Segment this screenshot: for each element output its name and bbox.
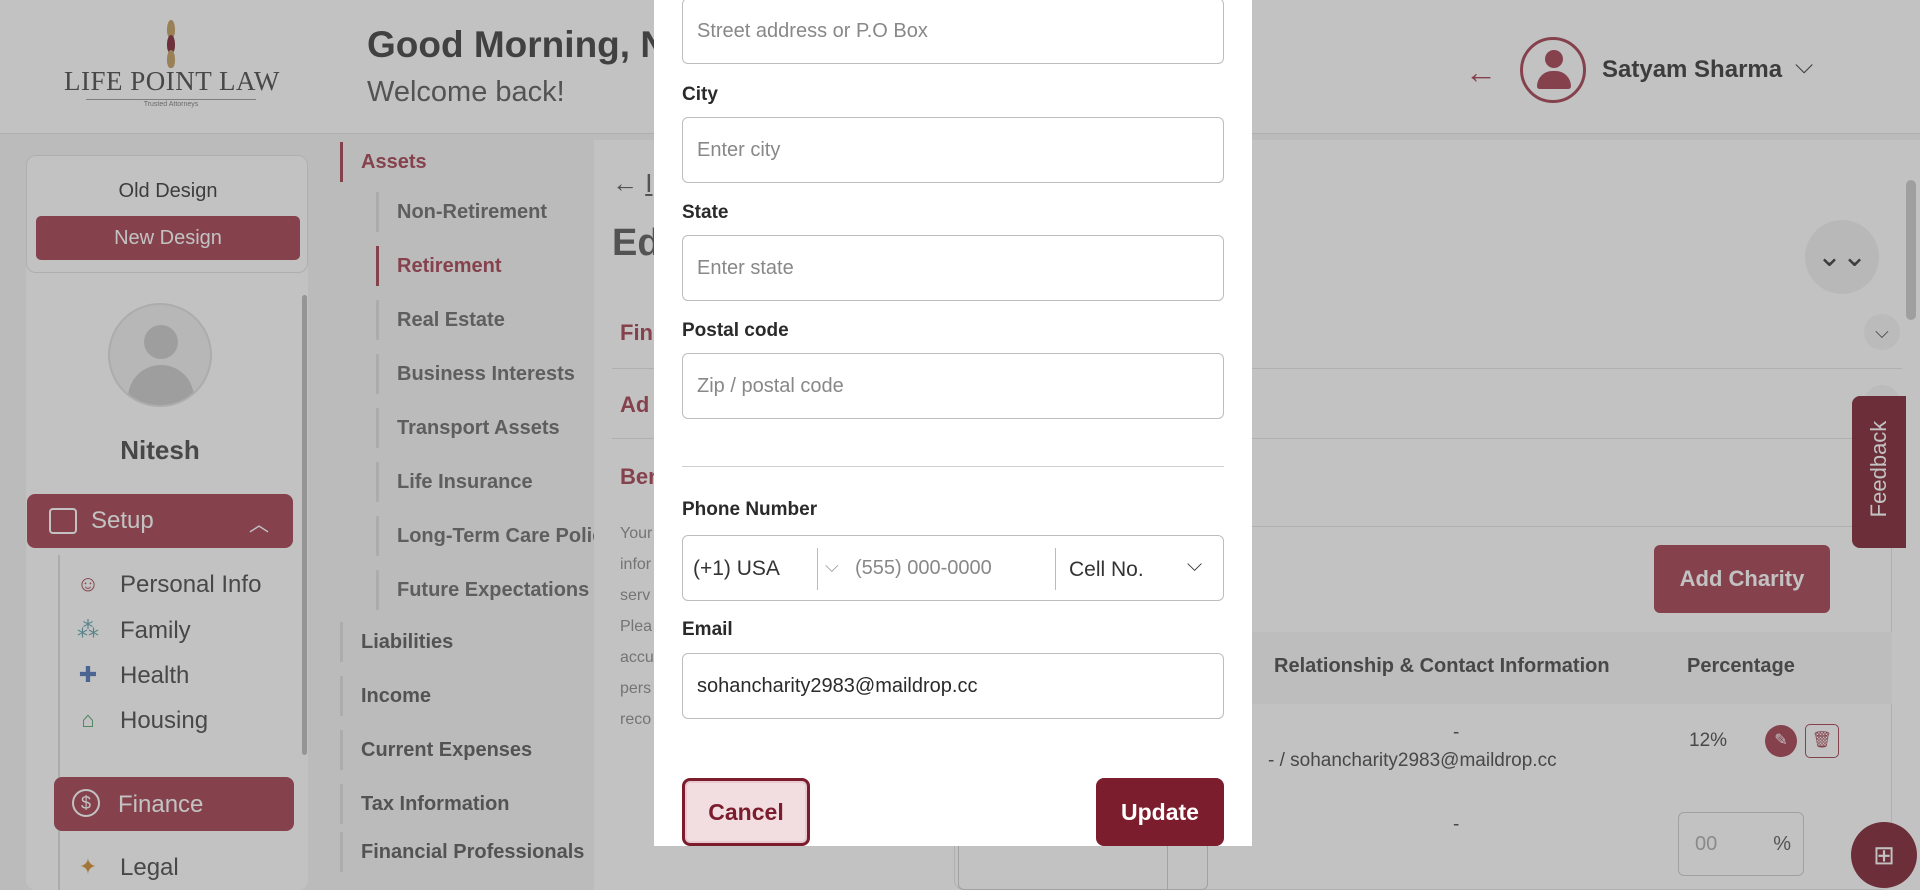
state-field[interactable] xyxy=(682,235,1224,301)
phone-type-select[interactable]: Cell No. xyxy=(1069,558,1144,582)
edit-charity-modal: City State Postal code Phone Number (+1)… xyxy=(654,0,1252,846)
street-address-field[interactable] xyxy=(682,0,1224,64)
chevron-down-icon[interactable]: ⌵ xyxy=(825,556,839,577)
postal-code-label: Postal code xyxy=(682,320,789,341)
state-label: State xyxy=(682,202,729,223)
city-field[interactable] xyxy=(682,117,1224,183)
email-field[interactable] xyxy=(682,653,1224,719)
phone-number-field[interactable] xyxy=(855,536,1045,600)
divider xyxy=(1055,548,1056,590)
phone-number-label: Phone Number xyxy=(682,499,818,520)
country-code-select[interactable]: (+1) USA xyxy=(693,557,780,581)
chevron-down-icon[interactable]: ⌵ xyxy=(1187,554,1202,577)
divider xyxy=(817,548,818,590)
city-label: City xyxy=(682,84,718,105)
phone-number-group: (+1) USA ⌵ Cell No. ⌵ xyxy=(682,535,1224,601)
postal-code-field[interactable] xyxy=(682,353,1224,419)
cancel-button[interactable]: Cancel xyxy=(682,778,810,846)
update-button[interactable]: Update xyxy=(1096,778,1224,846)
divider xyxy=(682,466,1224,467)
email-label: Email xyxy=(682,619,733,640)
